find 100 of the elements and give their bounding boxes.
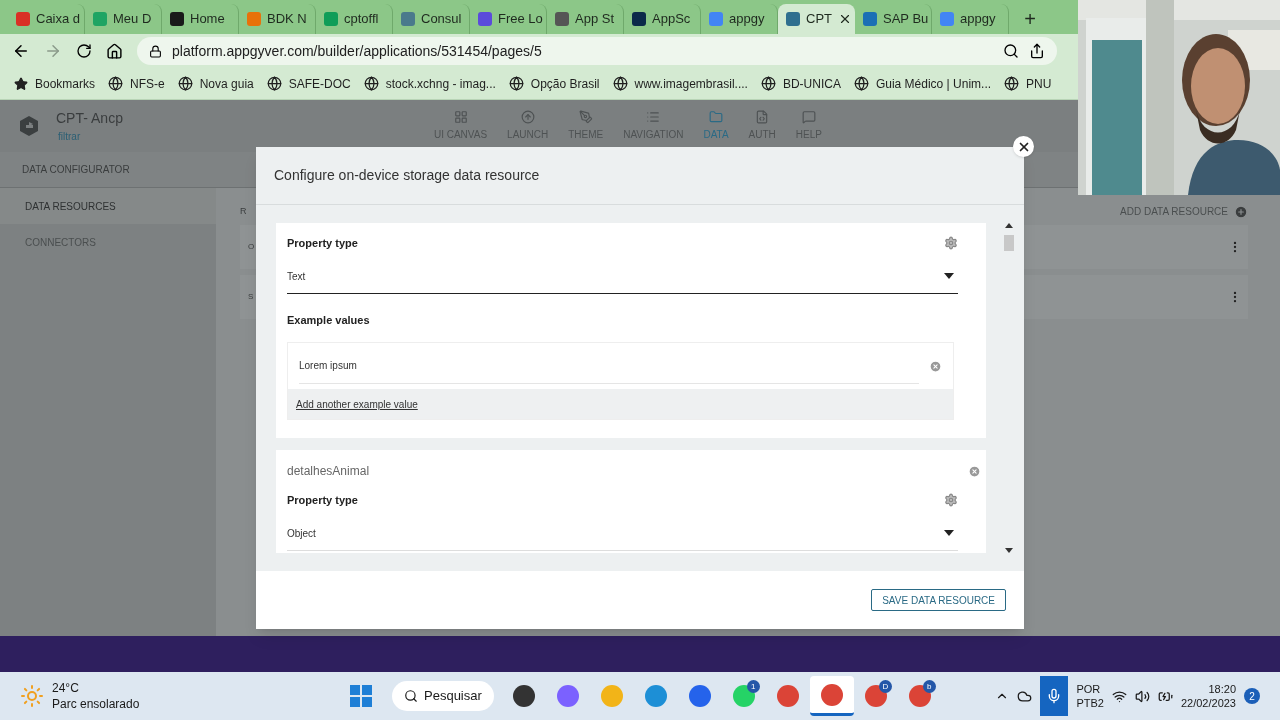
scrollbar[interactable]	[1004, 223, 1014, 553]
app-icon	[512, 685, 535, 707]
tab-title: App St	[575, 10, 615, 29]
scroll-up-icon[interactable]	[1005, 223, 1013, 228]
back-icon[interactable]	[12, 42, 30, 60]
start-icon[interactable]	[350, 685, 372, 707]
tab-title: appgy	[960, 10, 996, 29]
search-icon	[404, 689, 418, 703]
globe-icon	[612, 76, 628, 91]
tab-title: Free Lo	[498, 10, 543, 29]
column-header: R	[240, 204, 247, 218]
app-icon	[732, 685, 755, 707]
notification-badge[interactable]: 2	[1244, 688, 1260, 704]
app-icon	[556, 685, 579, 707]
taskbar-app[interactable]: b	[897, 676, 942, 716]
property-name: detalhesAnimal	[287, 463, 370, 480]
launch-icon	[520, 110, 535, 124]
reload-icon[interactable]	[76, 43, 92, 59]
cloud-icon[interactable]	[1017, 688, 1033, 704]
property-type-select[interactable]: Text	[287, 259, 958, 294]
app-icon	[908, 685, 931, 707]
taskbar-app[interactable]: 1	[721, 676, 766, 716]
star-icon	[14, 76, 28, 91]
bookmark[interactable]: PNU	[1004, 74, 1052, 93]
settings-icon[interactable]	[944, 493, 958, 508]
data-icon	[709, 110, 723, 124]
remove-icon[interactable]	[968, 464, 981, 478]
field-label: Example values	[287, 312, 371, 328]
url-text: platform.appgyver.com/builder/applications/531454/pages/5	[172, 41, 543, 61]
auth-icon	[755, 110, 770, 124]
app-icon	[776, 685, 799, 707]
navigation-icon	[646, 110, 661, 124]
bookmark[interactable]: www.imagembrasil....	[612, 74, 748, 93]
tab-title: cptoffl	[344, 10, 379, 29]
settings-icon[interactable]	[944, 236, 958, 251]
microphone-button[interactable]	[1040, 676, 1069, 716]
volume-icon[interactable]	[1134, 688, 1150, 704]
globe-icon	[108, 76, 124, 91]
tab-title: Caixa d	[36, 10, 81, 29]
tab-title: appgy	[729, 10, 765, 29]
bookmark[interactable]: NFS-e	[108, 74, 165, 93]
globe-icon	[177, 76, 193, 91]
tab-title: AppSc	[652, 10, 691, 29]
globe-icon	[266, 76, 282, 91]
clear-icon[interactable]	[929, 359, 942, 373]
tab-title: Meu D	[113, 10, 152, 29]
theme-icon	[578, 110, 593, 124]
wifi-icon[interactable]	[1111, 688, 1127, 704]
bookmark[interactable]: Nova guia	[177, 74, 254, 93]
bookmark[interactable]: SAFE-DOC	[266, 74, 351, 93]
clock-date[interactable]: 22/02/2023	[1180, 696, 1236, 710]
globe-icon	[1004, 76, 1020, 91]
browser-tab[interactable]: CPT	[778, 4, 855, 34]
tab-title: Consul	[421, 10, 462, 29]
close-icon[interactable]	[838, 12, 852, 26]
scroll-down-icon[interactable]	[1005, 548, 1013, 553]
canvas-icon	[453, 110, 468, 124]
section-title: DATA CONFIGURATOR	[22, 163, 130, 177]
share-icon[interactable]	[1029, 43, 1045, 59]
plus-icon	[1234, 204, 1248, 219]
app-icon	[644, 685, 667, 707]
taskbar-app[interactable]: D	[853, 676, 898, 716]
home-icon[interactable]	[106, 42, 123, 60]
taskbar-search[interactable]: Pesquisar	[392, 681, 494, 711]
weather-condition: Parc ensolarado	[52, 696, 140, 712]
keyboard-layout[interactable]: PTB2	[1076, 696, 1104, 710]
globe-icon	[853, 76, 869, 91]
bookmark[interactable]: BD-UNICA	[760, 74, 841, 93]
row-text: S	[248, 291, 254, 303]
input-language[interactable]: POR	[1076, 682, 1104, 696]
caret-icon	[944, 273, 954, 279]
field-label: Property type	[287, 236, 358, 251]
add-example-link[interactable]: Add another example value	[296, 396, 418, 412]
example-value-field[interactable]: Lorem ipsum	[299, 348, 919, 384]
temperature: 24°C	[52, 680, 80, 696]
bookmark[interactable]: Guia Médico | Unim...	[853, 74, 992, 93]
bookmark[interactable]: Opção Brasil	[508, 74, 600, 93]
field-label: Property type	[287, 493, 358, 508]
app-title: CPT- Ancp	[56, 109, 123, 128]
app-icon	[600, 685, 623, 707]
new-tab-button[interactable]: +	[1015, 4, 1045, 34]
tab-title: BDK N	[267, 10, 307, 29]
bookmark[interactable]: stock.xchng - imag...	[363, 74, 496, 93]
help-icon	[801, 110, 816, 124]
tab-title: Home	[190, 10, 225, 29]
globe-icon	[363, 76, 379, 91]
property-type-select[interactable]: Object	[287, 516, 958, 551]
address-field[interactable]: platform.appgyver.com/builder/applications/531454/pages/5	[137, 37, 1057, 65]
save-button[interactable]: SAVE DATA RESOURCE	[871, 589, 1006, 611]
sidebar-item[interactable]: DATA RESOURCES	[0, 188, 216, 224]
tab-title: CPT	[806, 10, 832, 29]
bookmark[interactable]: Bookmarks	[14, 74, 96, 93]
weather-icon	[20, 684, 44, 708]
scroll-thumb[interactable]	[1004, 235, 1014, 251]
dialog-title: Configure on-device storage data resource	[274, 166, 540, 185]
tab-title: SAP Bu	[883, 10, 929, 29]
clock-time[interactable]: 18:20	[1208, 682, 1236, 696]
search-icon[interactable]	[1003, 43, 1019, 59]
taskbar-app[interactable]	[809, 676, 854, 716]
row-text: O	[248, 241, 255, 253]
